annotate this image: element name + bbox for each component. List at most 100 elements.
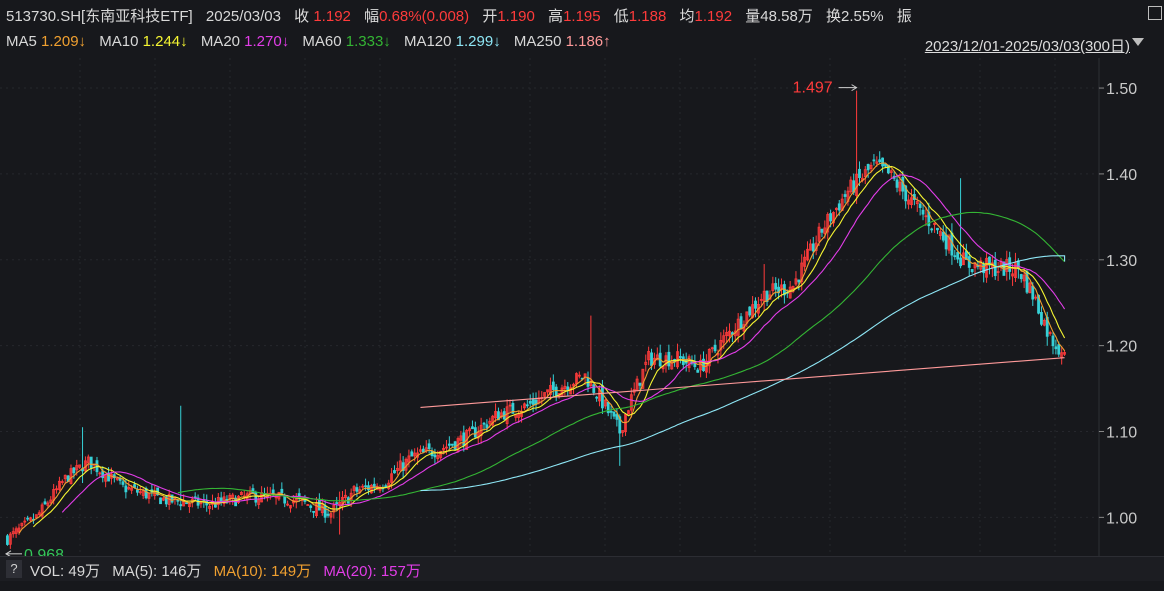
- open-field: 开1.190: [482, 8, 535, 25]
- candle: [1057, 344, 1061, 355]
- candle: [829, 213, 833, 222]
- candle: [525, 404, 529, 407]
- ma20-line: [61, 174, 1066, 513]
- ma5-legend: MA5 1.209↓: [6, 33, 87, 50]
- turnover-field: 换2.55%: [825, 8, 884, 25]
- candle: [433, 454, 437, 458]
- candle: [1051, 335, 1055, 347]
- chevron-down-icon[interactable]: [1132, 38, 1144, 46]
- candle: [797, 279, 801, 283]
- candle: [410, 451, 414, 457]
- turnover-value: 2.55%: [841, 8, 884, 25]
- candle: [754, 300, 757, 309]
- volume-indicator-bar: ? VOL: 49万 MA(5): 146万 MA(10): 149万 MA(2…: [0, 556, 1164, 581]
- ma250-legend: MA250 1.186↑: [513, 33, 611, 50]
- candle: [393, 470, 396, 474]
- candle: [956, 252, 960, 260]
- ma10-value: 1.244↓: [142, 33, 188, 50]
- ma250-value: 1.186↑: [565, 33, 611, 50]
- y-tick-label: 1.30: [1106, 253, 1137, 270]
- volume-value: 48.58万: [760, 8, 813, 25]
- ma5-line: [18, 162, 1066, 534]
- candle: [364, 485, 368, 488]
- ma120-legend: MA120 1.299↓: [403, 33, 501, 50]
- candle: [554, 386, 558, 396]
- panel-toggle-icon[interactable]: [1148, 6, 1162, 20]
- candle: [312, 510, 316, 513]
- min-marker-label: 0.968: [24, 547, 64, 556]
- candle: [280, 488, 284, 494]
- candle: [921, 209, 925, 215]
- candle: [26, 517, 30, 520]
- candle: [326, 513, 330, 516]
- candle: [878, 159, 882, 163]
- candle: [179, 504, 183, 507]
- candle: [970, 269, 974, 272]
- candle: [450, 443, 454, 446]
- candle: [473, 427, 477, 438]
- candle: [739, 316, 743, 329]
- ma120-line: [420, 255, 1066, 492]
- candle: [447, 443, 451, 446]
- candle: [595, 396, 599, 399]
- candle: [1040, 312, 1043, 325]
- ma60-line: [177, 211, 1065, 502]
- change-value: 0.68%(0.008): [379, 8, 470, 25]
- candle: [485, 424, 489, 429]
- candle: [72, 467, 76, 474]
- symbol-name[interactable]: 513730.SH[东南亚科技ETF]: [6, 5, 193, 26]
- candle: [944, 234, 948, 250]
- candle: [843, 194, 847, 197]
- candle: [471, 426, 474, 430]
- candle: [820, 228, 824, 233]
- candle: [650, 352, 653, 366]
- candle: [219, 497, 223, 503]
- vol-ma5: MA(5): 146万: [112, 563, 202, 580]
- candle: [528, 401, 532, 404]
- candle: [121, 481, 125, 485]
- ma10-line: [33, 165, 1066, 528]
- candle: [323, 505, 327, 518]
- ma10-legend: MA10 1.244↓: [99, 33, 188, 50]
- candle: [421, 448, 425, 453]
- candle: [866, 163, 870, 171]
- quote-date: 2025/03/03: [205, 8, 281, 25]
- candle: [679, 356, 682, 359]
- help-button[interactable]: ?: [6, 560, 22, 578]
- candle: [283, 496, 287, 504]
- candle: [592, 384, 596, 393]
- date-range-selector[interactable]: 2023/12/01-2025/03/03(300日): [925, 35, 1130, 56]
- ma5-value: 1.209↓: [41, 33, 87, 50]
- candle: [176, 499, 180, 502]
- candle: [317, 498, 321, 511]
- y-tick-label: 1.50: [1106, 81, 1137, 98]
- candle: [1019, 274, 1023, 280]
- ma20-value: 1.270↓: [244, 33, 290, 50]
- low-value: 1.188: [628, 8, 667, 25]
- candle: [1031, 285, 1035, 300]
- avg-value: 1.192: [694, 8, 733, 25]
- candle: [612, 411, 616, 417]
- y-tick-label: 1.10: [1106, 425, 1137, 442]
- high-field: 高1.195: [548, 8, 601, 25]
- candle: [872, 159, 876, 162]
- chart-grid: [0, 58, 1099, 556]
- candle: [335, 502, 339, 505]
- candles: [6, 90, 1066, 549]
- quote-info-bar: 513730.SH[东南亚科技ETF] 2025/03/03 收 1.192 幅…: [6, 5, 1164, 29]
- candle: [811, 243, 815, 252]
- candle: [702, 358, 705, 372]
- volume-field: 量48.58万: [745, 8, 813, 25]
- candle: [895, 179, 899, 188]
- candle: [1054, 346, 1058, 350]
- ma250-line: [420, 357, 1065, 409]
- low-field: 低1.188: [613, 8, 667, 25]
- candlestick-chart[interactable]: 1.50 1.40 1.30 1.20 1.10 1.00 1.497 0.968: [0, 58, 1164, 556]
- vol-ma10: MA(10): 149万: [213, 563, 312, 580]
- candle: [609, 410, 613, 413]
- max-marker-label: 1.497: [793, 80, 833, 97]
- y-tick-label: 1.00: [1106, 510, 1137, 527]
- ma120-value: 1.299↓: [455, 33, 501, 50]
- candle: [551, 381, 555, 390]
- candle: [453, 441, 457, 450]
